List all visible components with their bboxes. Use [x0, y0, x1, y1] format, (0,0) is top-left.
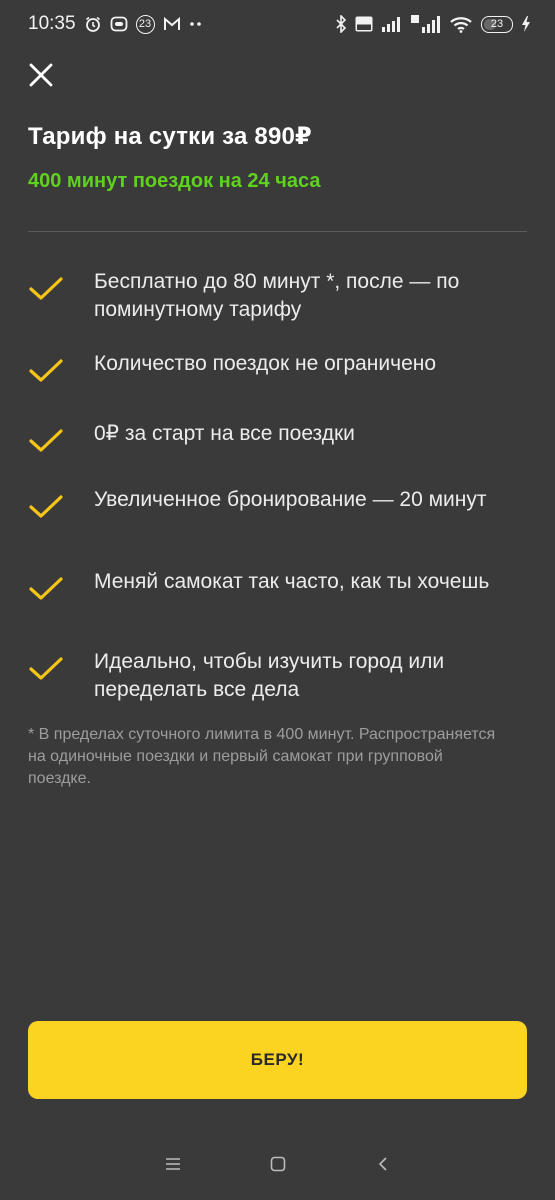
- feature-item: Меняй самокат так часто, как ты хочешь: [28, 568, 533, 648]
- check-icon: [28, 568, 94, 610]
- menu-icon: [165, 1157, 181, 1176]
- check-icon: [28, 486, 94, 528]
- alarm-icon: [84, 15, 102, 33]
- home-icon: [270, 1156, 286, 1177]
- volte-icon: [355, 16, 373, 32]
- home-button[interactable]: [263, 1151, 293, 1181]
- status-right: 23: [335, 15, 531, 33]
- feature-text: Меняй самокат так часто, как ты хочешь: [94, 570, 490, 593]
- footnote: * В пределах суточного лимита в 400 мину…: [28, 726, 496, 787]
- check-icon: [28, 268, 94, 310]
- signal-icon: [381, 16, 403, 32]
- divider: [28, 231, 527, 232]
- battery-level: 23: [490, 18, 504, 30]
- status-left: 10:35 23: [28, 13, 203, 35]
- feature-text: Идеально, чтобы изучить город или переде…: [94, 650, 445, 701]
- feature-text: Бесплатно до 80 минут *, после — по поми…: [94, 270, 460, 321]
- system-nav-bar: [0, 1140, 555, 1192]
- feature-item: Бесплатно до 80 минут *, после — по поми…: [28, 268, 533, 350]
- feature-list: Бесплатно до 80 минут *, после — по поми…: [28, 268, 533, 728]
- page-title: Тариф на сутки за 890₽: [28, 123, 312, 150]
- more-dots-icon: [189, 21, 203, 27]
- back-button[interactable]: [368, 1151, 398, 1181]
- status-bar: 10:35 23 23: [0, 0, 555, 48]
- feature-item: Количество поездок не ограничено: [28, 350, 533, 420]
- wifi-icon: [449, 15, 473, 33]
- 4g-signal-icon: [411, 15, 441, 33]
- check-icon: [28, 648, 94, 690]
- battery-icon: 23: [481, 15, 513, 33]
- menu-button[interactable]: [158, 1151, 188, 1181]
- page-subtitle: 400 минут поездок на 24 часа: [28, 170, 321, 192]
- feature-text: 0₽ за старт на все поездки: [94, 422, 355, 445]
- feature-text: Количество поездок не ограничено: [94, 352, 437, 375]
- check-icon: [28, 350, 94, 392]
- close-icon: [28, 62, 54, 93]
- close-button[interactable]: [24, 60, 58, 94]
- badge-icon: 23: [135, 14, 155, 34]
- app-icon: [110, 15, 128, 33]
- feature-item: 0₽ за старт на все поездки: [28, 420, 533, 486]
- back-icon: [377, 1156, 389, 1177]
- check-icon: [28, 420, 94, 462]
- gmail-icon: [163, 16, 181, 32]
- feature-text: Увеличенное бронирование — 20 минут: [94, 488, 487, 511]
- feature-item: Увеличенное бронирование — 20 минут: [28, 486, 533, 568]
- buy-button[interactable]: БЕРУ!: [28, 1021, 527, 1099]
- feature-item: Идеально, чтобы изучить город или переде…: [28, 648, 533, 728]
- charging-icon: [521, 16, 531, 32]
- bluetooth-icon: [335, 15, 347, 33]
- clock: 10:35: [28, 13, 76, 34]
